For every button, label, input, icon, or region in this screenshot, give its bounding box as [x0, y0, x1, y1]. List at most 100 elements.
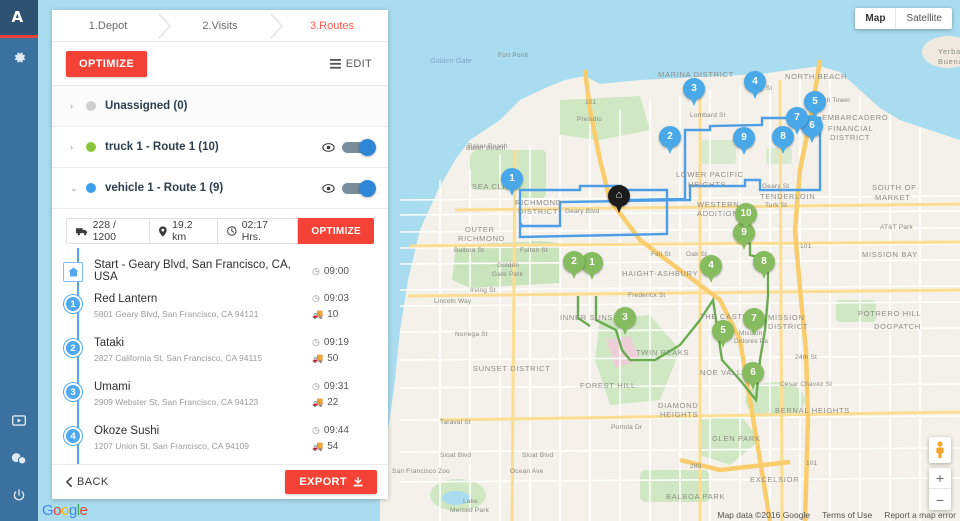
- clock-icon: ◷: [312, 425, 320, 435]
- pegman-icon: [936, 441, 944, 458]
- stop-load-line: 🚚 10: [312, 309, 374, 320]
- depot-marker[interactable]: ⌂: [608, 185, 630, 215]
- marker-number: 9: [741, 227, 747, 238]
- stop-time-line: ◷ 09:19: [312, 337, 374, 348]
- logo-mark: A: [11, 8, 24, 26]
- map-label: Sloat Blvd: [522, 452, 554, 459]
- truck-icon: [76, 227, 88, 235]
- sidebar-item-video[interactable]: [0, 401, 38, 439]
- map-label: WESTERN: [697, 200, 740, 209]
- edit-label: EDIT: [345, 57, 372, 70]
- map-marker[interactable]: 4: [744, 71, 766, 101]
- sidebar-item-logout[interactable]: [0, 477, 38, 515]
- map-marker[interactable]: 9: [733, 222, 755, 252]
- route-visibility-toggle[interactable]: [342, 138, 376, 156]
- map-marker[interactable]: 9: [733, 127, 755, 157]
- map-marker[interactable]: 2: [563, 251, 585, 281]
- marker-number: 9: [741, 132, 747, 143]
- map-marker[interactable]: 6: [742, 362, 764, 392]
- edit-button[interactable]: EDIT: [329, 57, 372, 70]
- timeline-stop-row[interactable]: 2 Tataki 2827 California St, San Francisco…: [52, 332, 388, 376]
- stop-number: 3: [64, 383, 82, 401]
- step-routes-label: 3.Routes: [309, 19, 355, 32]
- map-marker[interactable]: 8: [772, 126, 794, 156]
- map-label: Merced Park: [450, 507, 490, 514]
- map-label: Irving St: [470, 287, 496, 294]
- stop-body: Umami 2909 Webster St, San Francisco, CA …: [94, 381, 312, 415]
- zoom-controls[interactable]: + −: [929, 468, 951, 510]
- step-visits[interactable]: 2.Visits: [164, 10, 283, 41]
- truck-icon: 🚚: [312, 353, 324, 363]
- map-label: ADDITION: [697, 209, 739, 218]
- stop-load-line: 🚚 54: [312, 441, 374, 452]
- marker-number: 8: [780, 131, 786, 142]
- logo-letter-g: G: [42, 502, 54, 519]
- route-group-vehicle-1[interactable]: ⌄ vehicle 1 - Route 1 (9): [52, 168, 388, 209]
- eye-icon[interactable]: [322, 142, 335, 152]
- route-visibility-toggle[interactable]: [342, 179, 376, 197]
- route-optimize-button[interactable]: OPTIMIZE: [298, 218, 374, 244]
- map-label: Turk St: [765, 202, 788, 209]
- map-marker[interactable]: 1: [501, 168, 523, 198]
- stop-marker-col: 4: [52, 425, 94, 459]
- timeline-stop-row[interactable]: 4 Okoze Sushi 1207 Union St, San Francisco…: [52, 420, 388, 464]
- route-controls: [322, 179, 376, 197]
- start-marker-col: [52, 260, 94, 282]
- step-routes[interactable]: 3.Routes: [276, 10, 388, 41]
- map-marker[interactable]: 3: [614, 307, 636, 337]
- street-view-pegman[interactable]: [929, 437, 951, 463]
- route-group-truck-1[interactable]: › truck 1 - Route 1 (10): [52, 127, 388, 168]
- stop-address: 1207 Union St, San Francisco, CA 94109: [94, 441, 249, 451]
- chevron-separator-icon: [270, 13, 283, 39]
- map-label: MISSION: [768, 313, 805, 322]
- stops-timeline[interactable]: Start - Geary Blvd, San Francisco, CA, U…: [52, 248, 388, 464]
- export-button[interactable]: EXPORT: [285, 470, 377, 494]
- sidebar-item-settings[interactable]: [0, 38, 38, 76]
- map-marker[interactable]: 4: [700, 255, 722, 285]
- stop-load: 54: [327, 441, 339, 452]
- route-color-dot: [86, 101, 96, 111]
- stop-address: 5801 Geary Blvd, San Francisco, CA 94121: [94, 309, 259, 319]
- timeline-stop-row[interactable]: 3 Umami 2909 Webster St, San Francisco, CA…: [52, 376, 388, 420]
- app-root: Golden Gate Fort Point Baker Beach MARINA D…: [0, 0, 960, 521]
- download-icon: [353, 477, 363, 487]
- map-marker[interactable]: 7: [743, 308, 765, 338]
- map-type-control[interactable]: Map Satellite: [855, 8, 952, 29]
- stop-marker-col: 2: [52, 337, 94, 371]
- start-time-line: ◷ 09:00: [312, 266, 374, 277]
- map-type-satellite[interactable]: Satellite: [896, 8, 952, 29]
- map-label: Buena: [938, 57, 960, 66]
- map-label: Gate Park: [492, 271, 524, 278]
- map-label: DOGPATCH: [874, 322, 921, 331]
- route-group-unassigned[interactable]: › Unassigned (0): [52, 86, 388, 127]
- toggle-knob: [359, 138, 376, 156]
- map-label: HAIGHT-ASHBURY: [622, 269, 699, 278]
- marker-number: 1: [509, 173, 515, 184]
- timeline-start-row[interactable]: Start - Geary Blvd, San Francisco, CA, U…: [52, 254, 388, 288]
- eye-icon[interactable]: [322, 183, 335, 193]
- map-label: Yerba: [938, 47, 960, 56]
- sidebar-item-support[interactable]: [0, 439, 38, 477]
- zoom-out-button[interactable]: −: [929, 489, 951, 510]
- app-logo[interactable]: A: [0, 0, 38, 38]
- map-label: Balboa St: [454, 247, 484, 254]
- gear-icon: [14, 51, 25, 63]
- map-label: Lincoln Way: [434, 298, 472, 305]
- report-map-error-link[interactable]: Report a map error: [884, 510, 956, 520]
- map-marker[interactable]: 5: [712, 320, 734, 350]
- map-marker[interactable]: 8: [753, 251, 775, 281]
- back-button[interactable]: BACK: [66, 476, 109, 488]
- terms-of-use-link[interactable]: Terms of Use: [822, 510, 872, 520]
- panel-toolbar: OPTIMIZE EDIT: [52, 42, 388, 86]
- chevron-right-icon: ›: [70, 101, 73, 111]
- map-label: HEIGHTS: [660, 410, 699, 419]
- timeline-stop-row[interactable]: 1 Red Lantern 5801 Geary Blvd, San Francis…: [52, 288, 388, 332]
- zoom-in-button[interactable]: +: [929, 468, 951, 489]
- step-depot[interactable]: 1.Depot: [52, 10, 171, 41]
- map-type-map[interactable]: Map: [855, 8, 897, 29]
- map-marker[interactable]: 2: [659, 126, 681, 156]
- map-label: 101: [806, 460, 818, 467]
- optimize-button[interactable]: OPTIMIZE: [66, 50, 148, 77]
- clock-icon: ◷: [312, 381, 320, 391]
- map-marker[interactable]: 3: [683, 78, 705, 108]
